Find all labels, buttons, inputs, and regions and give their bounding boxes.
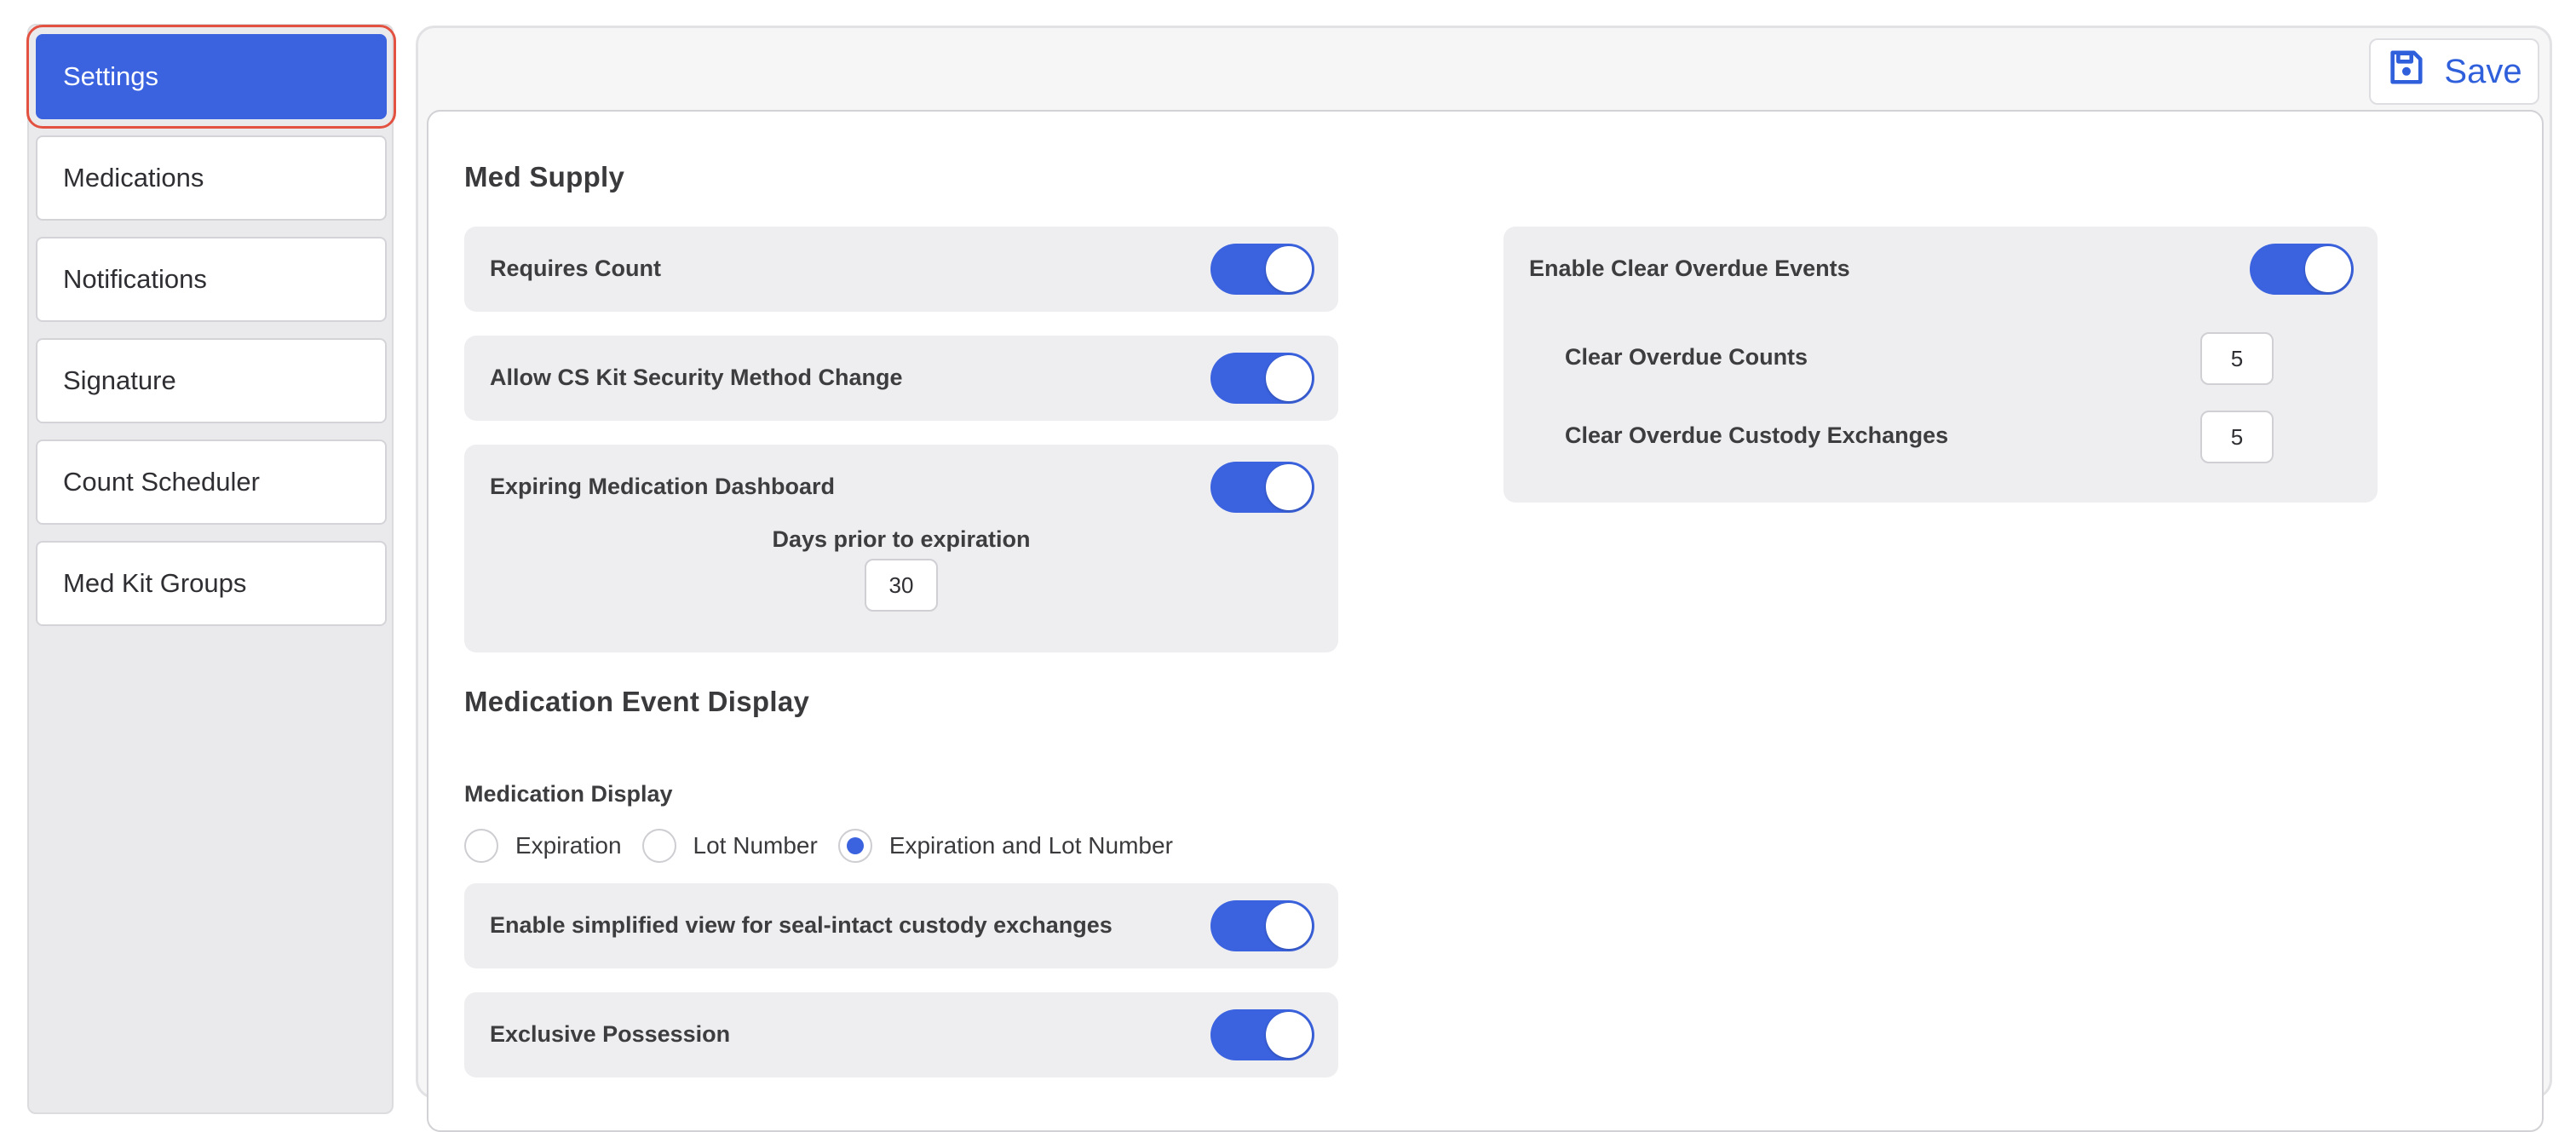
clear-overdue-counts-label: Clear Overdue Counts [1565,344,1808,370]
requires-count-toggle[interactable] [1210,244,1314,295]
save-label: Save [2444,52,2522,90]
simplified-view-toggle[interactable] [1210,900,1314,951]
requires-count-card: Requires Count [464,227,1338,312]
sidebar-item-notifications[interactable]: Notifications [36,237,387,322]
toggle-knob [1266,355,1312,401]
sidebar-nav-list: Settings Medications Notifications Signa… [26,25,396,642]
radio-label: Expiration and Lot Number [888,832,1173,859]
exclusive-possession-toggle[interactable] [1210,1009,1314,1060]
radio-circle [837,829,872,863]
allow-cs-kit-toggle[interactable] [1210,353,1314,404]
allow-cs-kit-label: Allow CS Kit Security Method Change [490,365,903,390]
floppy-disk-icon [2386,48,2425,95]
radio-expiration[interactable]: Expiration [464,829,622,863]
main-card: Save Med Supply Requires Count Allow CS … [416,26,2552,1132]
section-title-med-supply: Med Supply [464,161,625,192]
radio-label: Lot Number [693,832,818,859]
toggle-knob [1266,246,1312,292]
expiring-dashboard-card: Expiring Medication Dashboard Days prior… [464,445,1338,652]
days-prior-input[interactable] [865,559,938,612]
sidebar-item-medications[interactable]: Medications [36,135,387,221]
radio-label: Expiration [515,832,622,859]
sidebar: Settings Medications Notifications Signa… [26,24,396,1114]
expiring-dashboard-label: Expiring Medication Dashboard [490,474,836,499]
settings-panel: Med Supply Requires Count Allow CS Kit S… [427,110,2544,1132]
save-button[interactable]: Save [2369,38,2539,105]
toggle-knob [1266,464,1312,510]
clear-overdue-counts-input[interactable] [2200,332,2274,385]
toggle-knob [2305,246,2351,292]
sidebar-item-med-kit-groups[interactable]: Med Kit Groups [36,541,387,626]
medication-display-label: Medication Display [464,781,673,807]
expiring-dashboard-toggle[interactable] [1210,462,1314,513]
radio-circle [464,829,498,863]
radio-expiration-and-lot-number[interactable]: Expiration and Lot Number [837,829,1173,863]
sidebar-item-signature[interactable]: Signature [36,338,387,423]
simplified-view-label: Enable simplified view for seal-intact c… [490,912,1113,938]
sidebar-item-count-scheduler[interactable]: Count Scheduler [36,440,387,525]
simplified-view-card: Enable simplified view for seal-intact c… [464,883,1338,968]
exclusive-possession-label: Exclusive Possession [490,1021,731,1047]
section-title-event-display: Medication Event Display [464,686,810,717]
sidebar-item-settings[interactable]: Settings [26,25,396,129]
days-prior-label: Days prior to expiration [772,526,1031,552]
requires-count-label: Requires Count [490,256,662,281]
radio-circle [641,829,676,863]
exclusive-possession-card: Exclusive Possession [464,992,1338,1077]
radio-lot-number[interactable]: Lot Number [641,829,818,863]
toggle-knob [1266,1012,1312,1058]
clear-overdue-custody-label: Clear Overdue Custody Exchanges [1565,422,1949,448]
toggle-knob [1266,903,1312,949]
clear-overdue-toggle[interactable] [2250,244,2354,295]
medication-display-radio-group: Expiration Lot Number Expiration and Lot… [464,827,1173,865]
clear-overdue-card: Enable Clear Overdue Events Clear Overdu… [1504,227,2378,503]
clear-overdue-custody-input[interactable] [2200,411,2274,463]
clear-overdue-label: Enable Clear Overdue Events [1529,256,1850,281]
allow-cs-kit-card: Allow CS Kit Security Method Change [464,336,1338,421]
